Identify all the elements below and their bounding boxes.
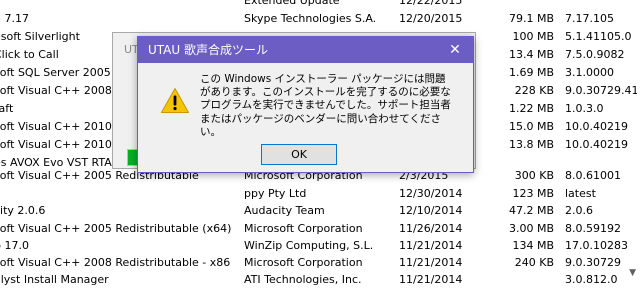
warning-icon <box>161 88 189 113</box>
program-version: 1.0.3.0 <box>565 102 604 115</box>
program-size: 134 MB <box>512 239 554 252</box>
list-row[interactable]: ppy Pty Ltd 12/30/2014 123 MB latest <box>0 185 640 202</box>
list-row[interactable]: soft Visual C++ 2005 Redistributable (x6… <box>0 220 640 237</box>
list-row[interactable]: city 2.0.6 Audacity Team 12/10/2014 47.2… <box>0 202 640 219</box>
list-row[interactable]: soft Visual C++ 2008 Redistributable - x… <box>0 254 640 271</box>
list-row[interactable]: n 7.17 Skype Technologies S.A. 12/20/201… <box>0 10 640 27</box>
program-size: 240 KB <box>514 256 554 269</box>
program-size: 300 KB <box>514 169 554 182</box>
program-publisher: WinZip Computing, S.L. <box>244 239 374 252</box>
program-name: city 2.0.6 <box>0 204 46 217</box>
program-installed-on: 12/20/2015 <box>399 12 463 25</box>
program-installed-on: 12/22/2015 <box>399 0 463 7</box>
program-installed-on: 12/10/2014 <box>399 204 463 217</box>
program-name: soft Visual C++ 2005 Redistributable (x6… <box>0 222 232 235</box>
program-version: 8.0.61001 <box>565 169 621 182</box>
program-size: 79.1 MB <box>508 12 554 25</box>
program-installed-on: 12/30/2014 <box>399 187 463 200</box>
error-message-line: この Windows インストーラー パッケージには問題 <box>200 73 446 85</box>
program-version: 17.0.10283 <box>565 239 628 252</box>
program-size <box>489 0 554 9</box>
error-message-line: い。 <box>200 125 221 138</box>
error-message: この Windows インストーラー パッケージには問題 があります。このインス… <box>200 73 451 139</box>
program-size: 3.00 MB <box>508 222 554 235</box>
program-size: 47.2 MB <box>508 204 554 217</box>
program-publisher: Microsoft Corporation <box>244 222 363 235</box>
program-name <box>0 185 232 202</box>
ok-button[interactable]: OK <box>261 144 337 165</box>
program-name: soft Visual C++ 2008 Redistributable - x… <box>0 256 232 269</box>
error-dialog-titlebar[interactable]: UTAU 歌声合成ツール ✕ <box>138 37 473 63</box>
program-publisher: Microsoft Corporation <box>244 256 363 269</box>
program-version: 10.0.40219 <box>565 120 628 133</box>
program-name: p 17.0 <box>0 239 29 252</box>
program-publisher: Skype Technologies S.A. <box>244 12 377 25</box>
program-size: 1.69 MB <box>508 66 554 79</box>
program-size: 15.0 MB <box>508 120 554 133</box>
program-size: 228 KB <box>514 84 554 97</box>
error-dialog-title: UTAU 歌声合成ツール <box>148 43 268 57</box>
program-version: 3.1.0000 <box>565 66 614 79</box>
program-size: 13.4 MB <box>508 48 554 61</box>
program-version: 8.0.59192 <box>565 222 621 235</box>
program-size: 1.22 MB <box>508 102 554 115</box>
list-row[interactable]: Extended Update 12/22/2015 <box>0 0 640 9</box>
program-version: 9.0.30729.4148 <box>565 84 637 97</box>
program-size: 123 MB <box>512 187 554 200</box>
program-version: latest <box>565 187 596 200</box>
program-publisher: ppy Pty Ltd <box>244 187 307 200</box>
program-version <box>565 0 637 9</box>
program-version: 9.0.30729 <box>565 256 621 269</box>
program-version: 2.0.6 <box>565 204 593 217</box>
program-name: n 7.17 <box>0 12 29 25</box>
program-version: 10.0.40219 <box>565 138 628 151</box>
program-name <box>0 0 232 9</box>
close-icon[interactable]: ✕ <box>437 37 473 63</box>
error-message-line: プログラムを実行できませんでした。サポート担当者 <box>200 99 451 112</box>
program-installed-on: 11/21/2014 <box>399 239 463 252</box>
error-dialog: UTAU 歌声合成ツール ✕ この Windows インストーラー パッケージに… <box>137 36 474 173</box>
scroll-down-arrow-icon[interactable]: ▼ <box>629 268 636 278</box>
program-size: 13.8 MB <box>508 138 554 151</box>
program-version: 7.5.0.9082 <box>565 48 625 61</box>
program-installed-on: 11/26/2014 <box>399 222 463 235</box>
program-version: 5.1.41105.0 <box>565 30 632 43</box>
error-message-line: があります。このインストールを完了するのに必要な <box>200 86 451 99</box>
error-message-line: またはパッケージのベンダーに問い合わせてくださ <box>200 112 441 125</box>
program-installed-on: 11/21/2014 <box>399 256 463 269</box>
program-size: 100 MB <box>512 30 554 43</box>
program-publisher: Extended Update <box>244 0 340 7</box>
list-row[interactable]: p 17.0 WinZip Computing, S.L. 11/21/2014… <box>0 237 640 254</box>
program-publisher: Audacity Team <box>244 204 325 217</box>
program-version: 7.17.105 <box>565 12 614 25</box>
